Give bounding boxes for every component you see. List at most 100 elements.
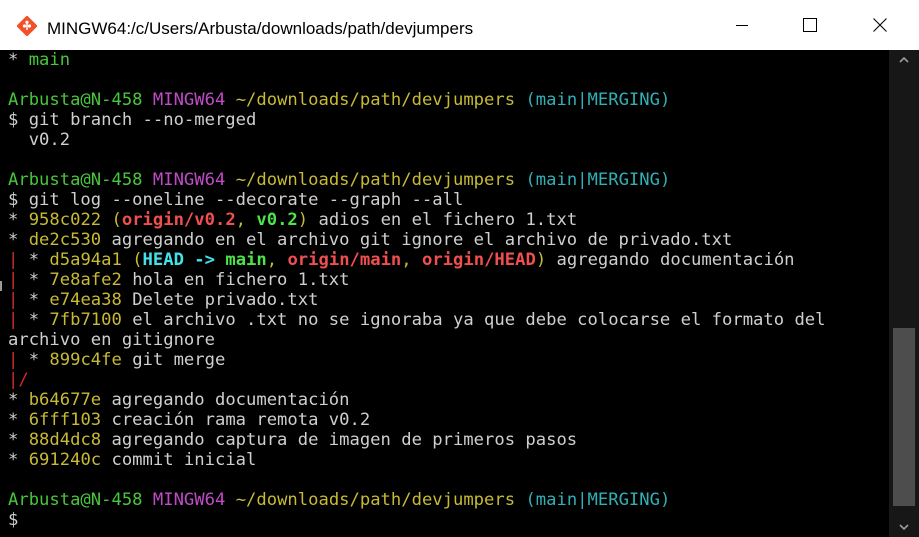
terminal-line: * b64677e agregando documentación — [8, 390, 826, 410]
terminal-text: creación rama remota v0.2 — [101, 410, 371, 430]
terminal-text: * — [28, 310, 50, 330]
terminal-text: hola en fichero 1.txt — [121, 270, 350, 290]
terminal-line: | * 899c4fe git merge — [8, 350, 826, 370]
terminal-text: ) — [297, 210, 309, 230]
terminal-line: | * e74ea38 Delete privado.txt — [8, 290, 826, 310]
terminal-text: (main|MERGING) — [525, 90, 671, 110]
terminal-text: * — [8, 410, 29, 430]
terminal-line: | * 7e8afe2 hola en fichero 1.txt — [8, 270, 826, 290]
terminal-text: MINGW64 — [152, 170, 226, 190]
scrollbar-thumb[interactable] — [893, 328, 915, 506]
vertical-scrollbar[interactable] — [889, 50, 919, 537]
terminal-text: origin/v0.2 — [121, 210, 236, 230]
terminal-line: Arbusta@N-458 MINGW64 ~/downloads/path/d… — [8, 90, 826, 110]
terminal-text: ) — [535, 250, 547, 270]
terminal-output[interactable]: * main Arbusta@N-458 MINGW64 ~/downloads/… — [0, 50, 889, 537]
terminal-text: de2c530 — [28, 230, 102, 250]
scroll-down-arrow-icon — [899, 524, 909, 530]
terminal-text: $ git log --oneline --decorate --graph -… — [8, 190, 464, 210]
terminal-text: commit inicial — [101, 450, 257, 470]
terminal-text: el archivo .txt no se ignoraba ya que de… — [121, 310, 826, 330]
terminal-line: archivo en gitignore — [8, 330, 826, 350]
terminal-text: agregando en el archivo git ignore el ar… — [101, 230, 733, 250]
terminal-line: Arbusta@N-458 MINGW64 ~/downloads/path/d… — [8, 170, 826, 190]
terminal-text: HEAD -> — [142, 250, 226, 270]
terminal-text: Arbusta@N-458 — [8, 90, 143, 110]
maximize-button[interactable] — [775, 0, 845, 50]
title-bar[interactable]: MINGW64:/c/Users/Arbusta/downloads/path/… — [0, 0, 919, 50]
terminal-text: ~/downloads/path/devjumpers — [235, 170, 516, 190]
terminal-line: $ git branch --no-merged — [8, 110, 826, 130]
terminal-text: | — [8, 310, 29, 330]
terminal-text: 7fb7100 — [49, 310, 122, 330]
terminal-text: , — [266, 250, 288, 270]
terminal-line: * 88d4dc8 agregando captura de imagen de… — [8, 430, 826, 450]
terminal-text: origin/HEAD — [421, 250, 536, 270]
terminal-text: (main|MERGING) — [525, 490, 671, 510]
terminal-text: b64677e — [28, 390, 102, 410]
terminal-line: * 958c022 (origin/v0.2, v0.2) adios en e… — [8, 210, 826, 230]
terminal-text: |/ — [8, 370, 29, 390]
terminal-line: $ git log --oneline --decorate --graph -… — [8, 190, 826, 210]
terminal-line: * main — [8, 50, 826, 70]
terminal-lines: * main Arbusta@N-458 MINGW64 ~/downloads/… — [8, 50, 826, 530]
terminal-text: * — [28, 270, 50, 290]
terminal-text: | — [8, 270, 29, 290]
terminal-text: Arbusta@N-458 — [8, 170, 143, 190]
terminal-text: git merge — [121, 350, 226, 370]
close-button[interactable] — [845, 0, 915, 50]
terminal-window: MINGW64:/c/Users/Arbusta/downloads/path/… — [0, 0, 919, 537]
text-cursor-mark — [0, 281, 2, 291]
terminal-text: Delete privado.txt — [121, 290, 319, 310]
terminal-text: $ git branch --no-merged — [8, 110, 257, 130]
terminal-text: | — [8, 290, 29, 310]
terminal-text: v0.2 — [256, 210, 298, 230]
terminal-text: e74ea38 — [49, 290, 122, 310]
terminal-text: agregando documentación — [546, 250, 795, 270]
terminal-line: * 691240c commit inicial — [8, 450, 826, 470]
terminal-text: Arbusta@N-458 — [8, 490, 143, 510]
terminal-line: $ — [8, 510, 826, 530]
terminal-text: | — [8, 250, 29, 270]
scroll-up-button[interactable] — [889, 50, 919, 70]
terminal-text: origin/main — [287, 250, 402, 270]
terminal-line: | * 7fb7100 el archivo .txt no se ignora… — [8, 310, 826, 330]
terminal-text: 7e8afe2 — [49, 270, 122, 290]
terminal-text: agregando captura de imagen de primeros … — [101, 430, 578, 450]
terminal-text: , — [401, 250, 422, 270]
terminal-text: ~/downloads/path/devjumpers — [235, 90, 516, 110]
terminal-text: (main|MERGING) — [525, 170, 671, 190]
maximize-icon — [803, 18, 817, 32]
terminal-text: 88d4dc8 — [28, 430, 102, 450]
terminal-text: | — [8, 350, 29, 370]
terminal-text: * — [8, 450, 29, 470]
terminal-line: |/ — [8, 370, 826, 390]
terminal-text: main — [225, 250, 267, 270]
terminal-text: * — [28, 290, 50, 310]
terminal-line: * de2c530 agregando en el archivo git ig… — [8, 230, 826, 250]
terminal-line: * 6fff103 creación rama remota v0.2 — [8, 410, 826, 430]
scroll-up-arrow-icon — [899, 57, 909, 63]
terminal-text: ( — [101, 210, 122, 230]
terminal-text: 899c4fe — [49, 350, 122, 370]
scroll-down-button[interactable] — [889, 517, 919, 537]
minimize-button[interactable] — [707, 0, 777, 50]
window-title: MINGW64:/c/Users/Arbusta/downloads/path/… — [47, 19, 474, 38]
terminal-line: Arbusta@N-458 MINGW64 ~/downloads/path/d… — [8, 490, 826, 510]
terminal-text: * — [28, 250, 50, 270]
terminal-text: , — [235, 210, 257, 230]
terminal-text: 6fff103 — [28, 410, 102, 430]
terminal-text: * — [8, 430, 29, 450]
terminal-text: ~/downloads/path/devjumpers — [235, 490, 516, 510]
terminal-text: d5a94a1 — [49, 250, 122, 270]
